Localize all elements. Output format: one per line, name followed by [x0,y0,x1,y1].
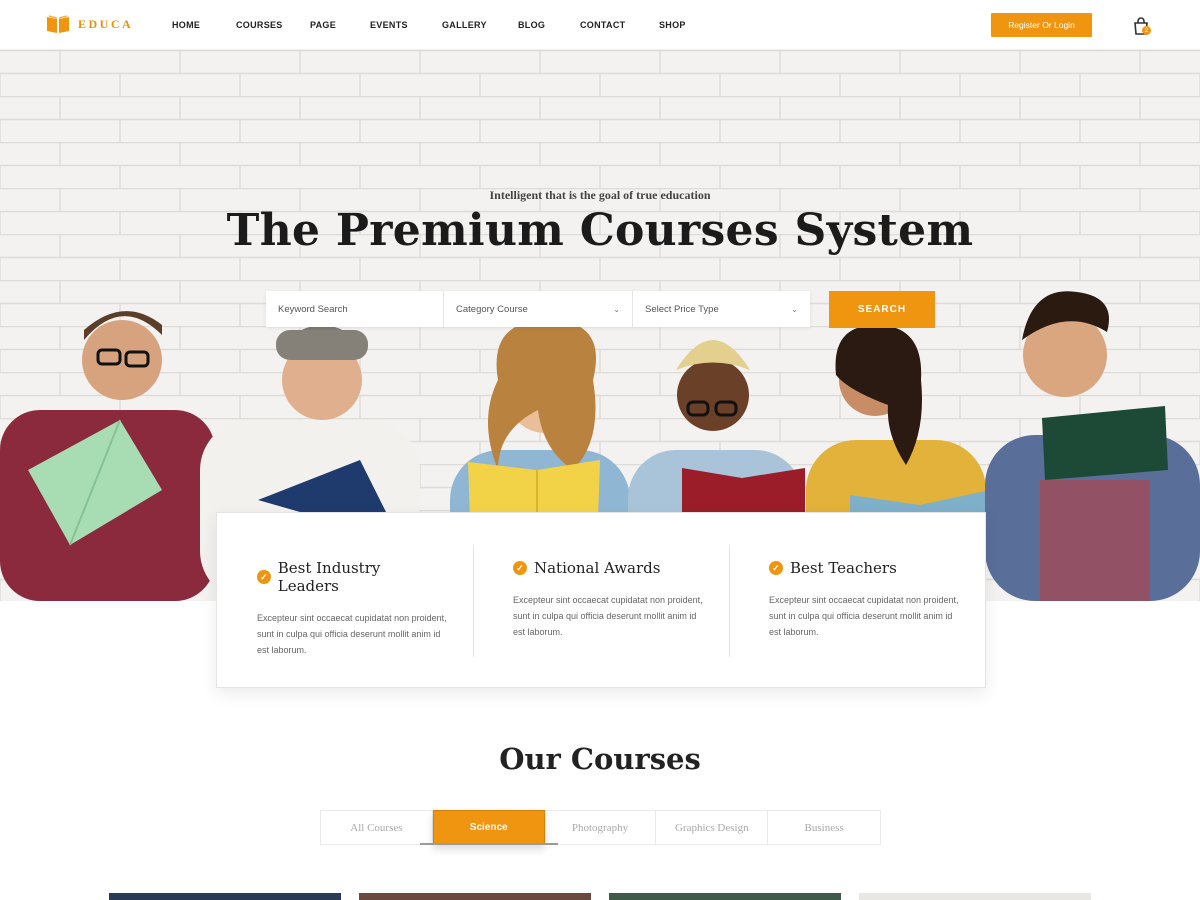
tab-graphics-design[interactable]: Graphics Design [656,811,769,844]
logo[interactable]: EDUCA [46,14,133,34]
check-circle-icon: ✓ [512,561,527,575]
tab-photography[interactable]: Photography [545,811,657,844]
keyword-search-placeholder: Keyword Search [278,303,348,315]
feature-item: ✓ National Awards Excepteur sint occaeca… [472,513,729,687]
tab-science[interactable]: Science [432,810,545,845]
feature-title: Best Teachers [789,559,897,577]
course-filter-tabs: All Courses Science Photography Graphics… [320,810,881,845]
feature-header: ✓ National Awards [512,559,699,577]
nav-blog[interactable]: BLOG [518,20,580,30]
nav-events[interactable]: EVENTS [370,20,442,30]
feature-text: Excepteur sint occaecat cupidatat non pr… [512,595,703,637]
category-course-select[interactable]: Category Course ⌄ [444,291,633,327]
tab-business[interactable]: Business [768,811,880,844]
feature-text: Excepteur sint occaecat cupidatat non pr… [768,595,959,637]
category-course-label: Category Course [456,303,528,315]
course-search-bar: Keyword Search Category Course ⌄ Select … [266,291,810,327]
cart-count-badge: 2 [1142,26,1151,35]
nav-shop[interactable]: SHOP [659,20,699,30]
feature-header: ✓ Best Teachers [768,559,955,577]
nav-home[interactable]: HOME [172,20,236,30]
register-login-button[interactable]: Register Or Login [991,13,1092,37]
course-thumbnail[interactable] [859,893,1091,900]
keyword-search-input[interactable]: Keyword Search [266,291,444,327]
nav-contact[interactable]: CONTACT [580,20,659,30]
feature-title: Best Industry Leaders [277,559,381,595]
hero-tagline: Intelligent that is the goal of true edu… [489,188,711,202]
nav-gallery[interactable]: GALLERY [442,20,518,30]
main-nav: HOME COURSES PAGE EVENTS GALLERY BLOG CO… [172,0,699,50]
feature-title: National Awards [533,559,661,577]
feature-item: ✓ Best Industry Leaders Excepteur sint o… [217,513,473,687]
chevron-down-icon: ⌄ [791,305,798,314]
course-thumbnail[interactable] [109,893,341,900]
book-icon [47,15,69,33]
feature-header: ✓ Best Industry Leaders [257,559,443,595]
features-card: ✓ Best Industry Leaders Excepteur sint o… [216,512,986,688]
hero-title: The Premium Courses System [226,205,974,256]
logo-text: EDUCA [78,16,134,31]
tab-all-courses[interactable]: All Courses [321,811,433,844]
site-header: EDUCA HOME COURSES PAGE EVENTS GALLERY B… [0,0,1200,50]
price-type-label: Select Price Type [645,303,719,315]
nav-page[interactable]: PAGE [310,20,370,30]
price-type-select[interactable]: Select Price Type ⌄ [633,291,810,327]
course-thumbnail[interactable] [359,893,591,900]
nav-courses[interactable]: COURSES [236,20,310,30]
search-button[interactable]: SEARCH [829,291,935,328]
courses-section-title: Our Courses [499,742,701,776]
check-circle-icon: ✓ [768,561,783,575]
chevron-down-icon: ⌄ [613,305,620,314]
course-thumbnail[interactable] [609,893,841,900]
feature-text: Excepteur sint occaecat cupidatat non pr… [257,613,447,655]
check-circle-icon: ✓ [257,570,271,584]
feature-item: ✓ Best Teachers Excepteur sint occaecat … [728,513,985,687]
active-tab-underline [420,843,558,845]
